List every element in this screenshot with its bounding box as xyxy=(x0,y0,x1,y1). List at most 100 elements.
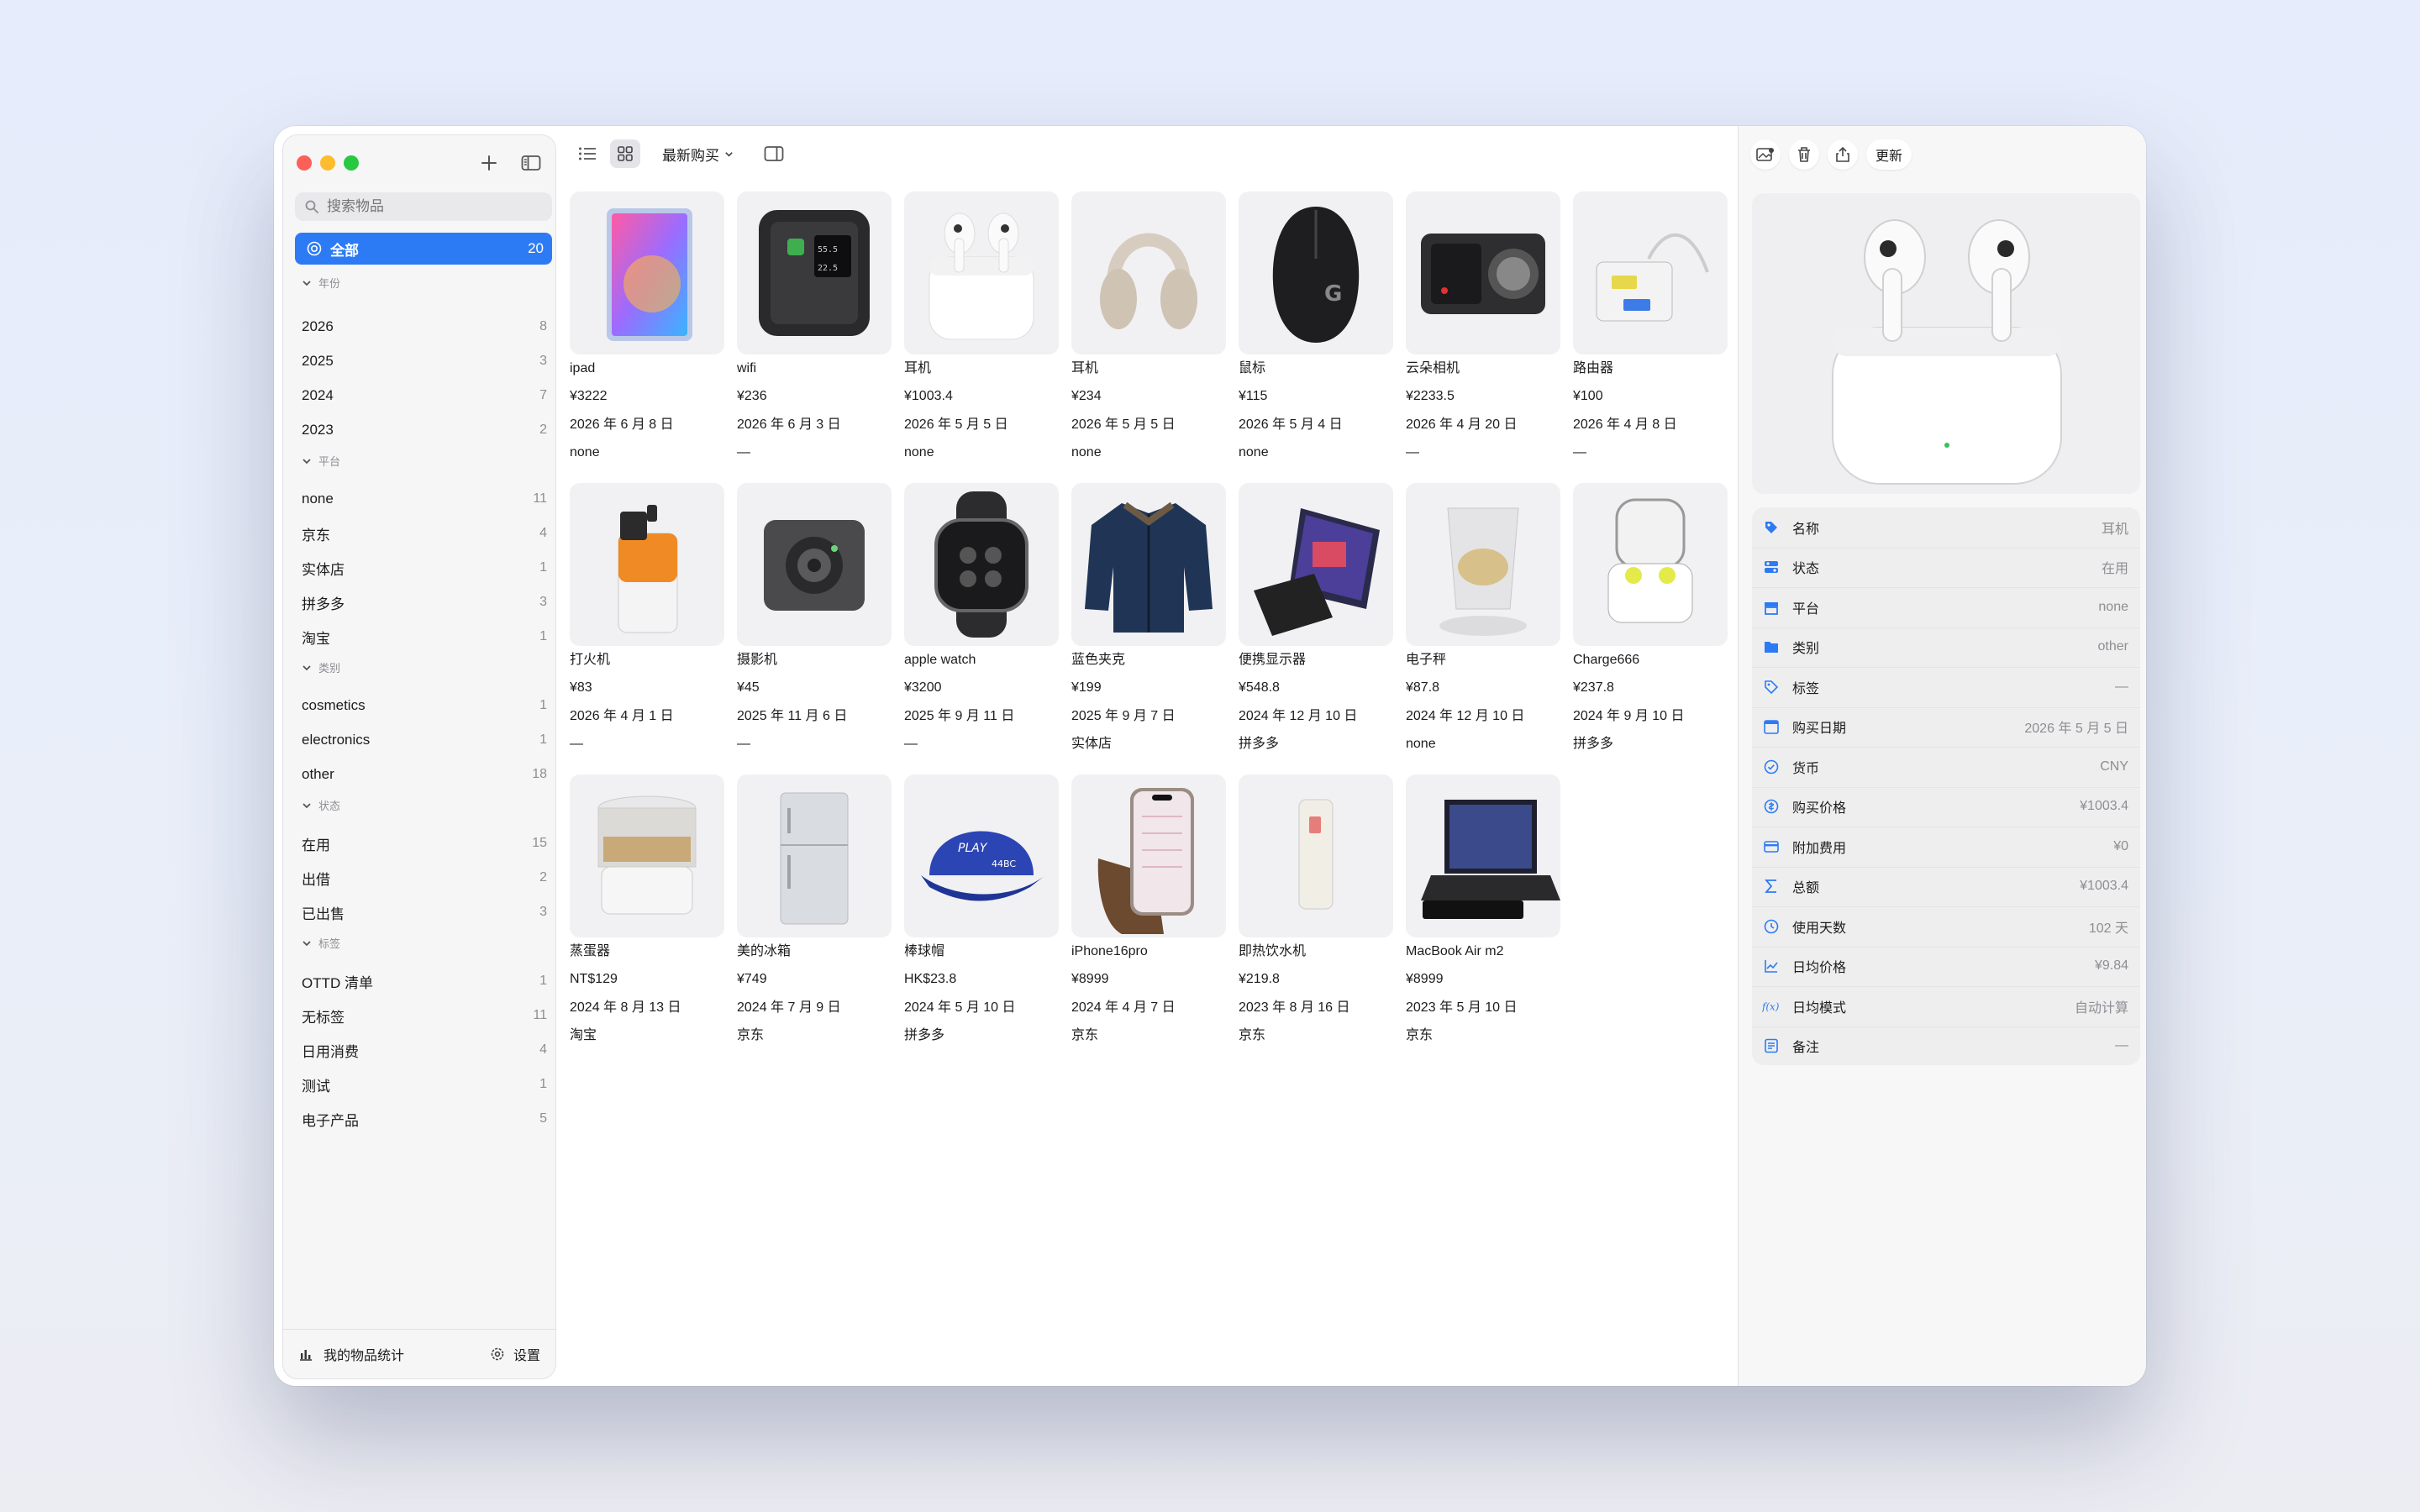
scale-icon xyxy=(1439,507,1527,636)
sidebar-item-category-electronics[interactable]: electronics 1 xyxy=(302,727,547,753)
sidebar-item-platform-store[interactable]: 实体店 1 xyxy=(302,555,547,580)
stats-button[interactable]: 我的物品统计 xyxy=(298,1344,404,1364)
chevron-down-icon xyxy=(302,664,311,670)
item-card[interactable]: 耳机 ¥1003.4 2026 年 5 月 5 日 none xyxy=(904,192,1059,466)
item-platform: — xyxy=(737,444,750,459)
sidebar-item-year-2025[interactable]: 2025 3 xyxy=(302,349,547,374)
share-button[interactable] xyxy=(1828,139,1858,170)
item-name: iPhone16pro xyxy=(1071,944,1148,958)
prop-days-used[interactable]: 使用天数 102 天 xyxy=(1752,906,2140,948)
item-card[interactable]: 55.5 22.5 wifi ¥236 2026 年 6 月 3 日 — xyxy=(737,192,892,466)
prop-purchase-date[interactable]: 购买日期 2026 年 5 月 5 日 xyxy=(1752,707,2140,748)
item-card[interactable]: 便携显示器 ¥548.8 2024 年 12 月 10 日 拼多多 xyxy=(1239,483,1393,758)
airpods-icon xyxy=(929,213,1034,340)
sidebar-item-status-lent[interactable]: 出借 2 xyxy=(302,865,547,890)
item-price: ¥219.8 xyxy=(1239,972,1280,987)
prop-daily-price[interactable]: 日均价格 ¥9.84 xyxy=(1752,947,2140,987)
sidebar-item-all[interactable]: 全部 20 xyxy=(295,233,552,265)
sidebar-item-tag-test[interactable]: 测试 1 xyxy=(302,1072,547,1097)
prop-tags[interactable]: 标签 — xyxy=(1752,667,2140,708)
zoom-window-button[interactable] xyxy=(344,155,359,171)
item-card[interactable]: 耳机 ¥234 2026 年 5 月 5 日 none xyxy=(1071,192,1226,466)
item-card[interactable]: Charge666 ¥237.8 2024 年 9 月 10 日 拼多多 xyxy=(1573,483,1728,758)
properties-list: 名称 耳机 状态 在用 平台 none 类别 other 标签 — 购买日期 2… xyxy=(1752,507,2140,1065)
item-name: MacBook Air m2 xyxy=(1406,944,1504,958)
item-card[interactable]: 路由器 ¥100 2026 年 4 月 8 日 — xyxy=(1573,192,1728,466)
item-image xyxy=(1573,192,1728,354)
item-card[interactable]: 蓝色夹克 ¥199 2025 年 9 月 7 日 实体店 xyxy=(1071,483,1226,758)
sidebar-item-year-2024[interactable]: 2024 7 xyxy=(302,383,547,408)
svg-text:G: G xyxy=(1324,281,1342,307)
sidebar-item-platform-taobao[interactable]: 淘宝 1 xyxy=(302,624,547,649)
sidebar-item-category-cosmetics[interactable]: cosmetics 1 xyxy=(302,693,547,718)
prop-daily-mode[interactable]: f(x) 日均模式 自动计算 xyxy=(1752,986,2140,1027)
prop-purchase-price[interactable]: 购买价格 ¥1003.4 xyxy=(1752,787,2140,827)
minimize-window-button[interactable] xyxy=(320,155,335,171)
sidebar-item-platform-jd[interactable]: 京东 4 xyxy=(302,521,547,546)
settings-button[interactable]: 设置 xyxy=(490,1344,540,1364)
share-icon xyxy=(1836,146,1849,162)
close-window-button[interactable] xyxy=(297,155,312,171)
prop-total[interactable]: 总额 ¥1003.4 xyxy=(1752,867,2140,907)
prop-extra-cost[interactable]: 附加费用 ¥0 xyxy=(1752,827,2140,868)
search-input[interactable] xyxy=(325,197,539,216)
item-card[interactable]: 电子秤 ¥87.8 2024 年 12 月 10 日 none xyxy=(1406,483,1560,758)
section-header-tags[interactable]: 标签 xyxy=(302,935,340,951)
sidebar-item-status-sold[interactable]: 已出售 3 xyxy=(302,900,547,925)
sidebar-item-tag-none[interactable]: 无标签 11 xyxy=(302,1003,547,1028)
sidebar-item-platform-pdd[interactable]: 拼多多 3 xyxy=(302,590,547,615)
toggle-inspector-button[interactable] xyxy=(760,139,788,168)
item-card[interactable]: 蒸蛋器 NT$129 2024 年 8 月 13 日 淘宝 xyxy=(570,774,724,1049)
item-card[interactable]: 即热饮水机 ¥219.8 2023 年 8 月 16 日 京东 xyxy=(1239,774,1393,1049)
update-button[interactable]: 更新 xyxy=(1866,139,1912,170)
chevron-down-icon xyxy=(302,280,311,286)
section-header-status[interactable]: 状态 xyxy=(302,797,340,813)
section-header-year[interactable]: 年份 xyxy=(302,275,340,291)
svg-text:22.5: 22.5 xyxy=(818,264,838,273)
prop-name[interactable]: 名称 耳机 xyxy=(1752,507,2140,549)
item-price: ¥2233.5 xyxy=(1406,389,1455,404)
item-date: 2025 年 9 月 11 日 xyxy=(904,708,1015,723)
svg-text:44BC: 44BC xyxy=(992,858,1016,869)
item-card[interactable]: apple watch ¥3200 2025 年 9 月 11 日 — xyxy=(904,483,1059,758)
item-card[interactable]: G 鼠标 ¥115 2026 年 5 月 4 日 none xyxy=(1239,192,1393,466)
search-field[interactable] xyxy=(295,192,552,221)
sidebar-item-tag-daily[interactable]: 日用消费 4 xyxy=(302,1037,547,1063)
item-name: 便携显示器 xyxy=(1239,653,1307,667)
change-image-button[interactable] xyxy=(1750,139,1781,170)
item-price: HK$23.8 xyxy=(904,972,957,987)
sidebar-item-category-other[interactable]: other 18 xyxy=(302,762,547,787)
add-item-button[interactable] xyxy=(476,150,502,176)
sidebar-item-status-in-use[interactable]: 在用 15 xyxy=(302,831,547,856)
item-card[interactable]: iPhone16pro ¥8999 2024 年 4 月 7 日 京东 xyxy=(1071,774,1226,1049)
chevron-down-icon xyxy=(725,151,733,157)
plus-icon xyxy=(481,155,497,171)
item-card[interactable]: 摄影机 ¥45 2025 年 11 月 6 日 — xyxy=(737,483,892,758)
prop-platform[interactable]: 平台 none xyxy=(1752,587,2140,628)
sidebar-item-year-2026[interactable]: 2026 8 xyxy=(302,314,547,339)
prop-status[interactable]: 状态 在用 xyxy=(1752,548,2140,588)
section-header-platform[interactable]: 平台 xyxy=(302,453,340,469)
item-card[interactable]: 打火机 ¥83 2026 年 4 月 1 日 — xyxy=(570,483,724,758)
item-card[interactable]: 美的冰箱 ¥749 2024 年 7 月 9 日 京东 xyxy=(737,774,892,1049)
list-view-button[interactable] xyxy=(573,139,602,168)
wifi-device-icon: 55.5 22.5 xyxy=(759,210,870,336)
sidebar-item-year-2023[interactable]: 2023 2 xyxy=(302,417,547,443)
section-header-category[interactable]: 类别 xyxy=(302,659,340,675)
prop-currency[interactable]: 货币 CNY xyxy=(1752,747,2140,788)
price-icon xyxy=(1764,799,1779,814)
item-card[interactable]: PLAY 44BC 棒球帽 HK$23.8 2024 年 5 月 10 日 拼多多 xyxy=(904,774,1059,1049)
item-card[interactable]: MacBook Air m2 ¥8999 2023 年 5 月 10 日 京东 xyxy=(1406,774,1560,1049)
item-card[interactable]: 云朵相机 ¥2233.5 2026 年 4 月 20 日 — xyxy=(1406,192,1560,466)
sidebar-item-tag-electronics[interactable]: 电子产品 5 xyxy=(302,1106,547,1131)
item-card[interactable]: ipad ¥3222 2026 年 6 月 8 日 none xyxy=(570,192,724,466)
prop-category[interactable]: 类别 other xyxy=(1752,627,2140,668)
grid-view-button[interactable] xyxy=(610,139,640,168)
sidebar-item-platform-none[interactable]: none 11 xyxy=(302,486,547,512)
sidebar-item-tag-ottd[interactable]: OTTD 清单 1 xyxy=(302,969,547,994)
item-image xyxy=(1071,774,1226,937)
delete-item-button[interactable] xyxy=(1789,139,1819,170)
toggle-sidebar-button[interactable] xyxy=(518,150,544,176)
prop-note[interactable]: 备注 — xyxy=(1752,1026,2140,1067)
sort-menu-button[interactable]: 最新购买 xyxy=(655,139,740,168)
